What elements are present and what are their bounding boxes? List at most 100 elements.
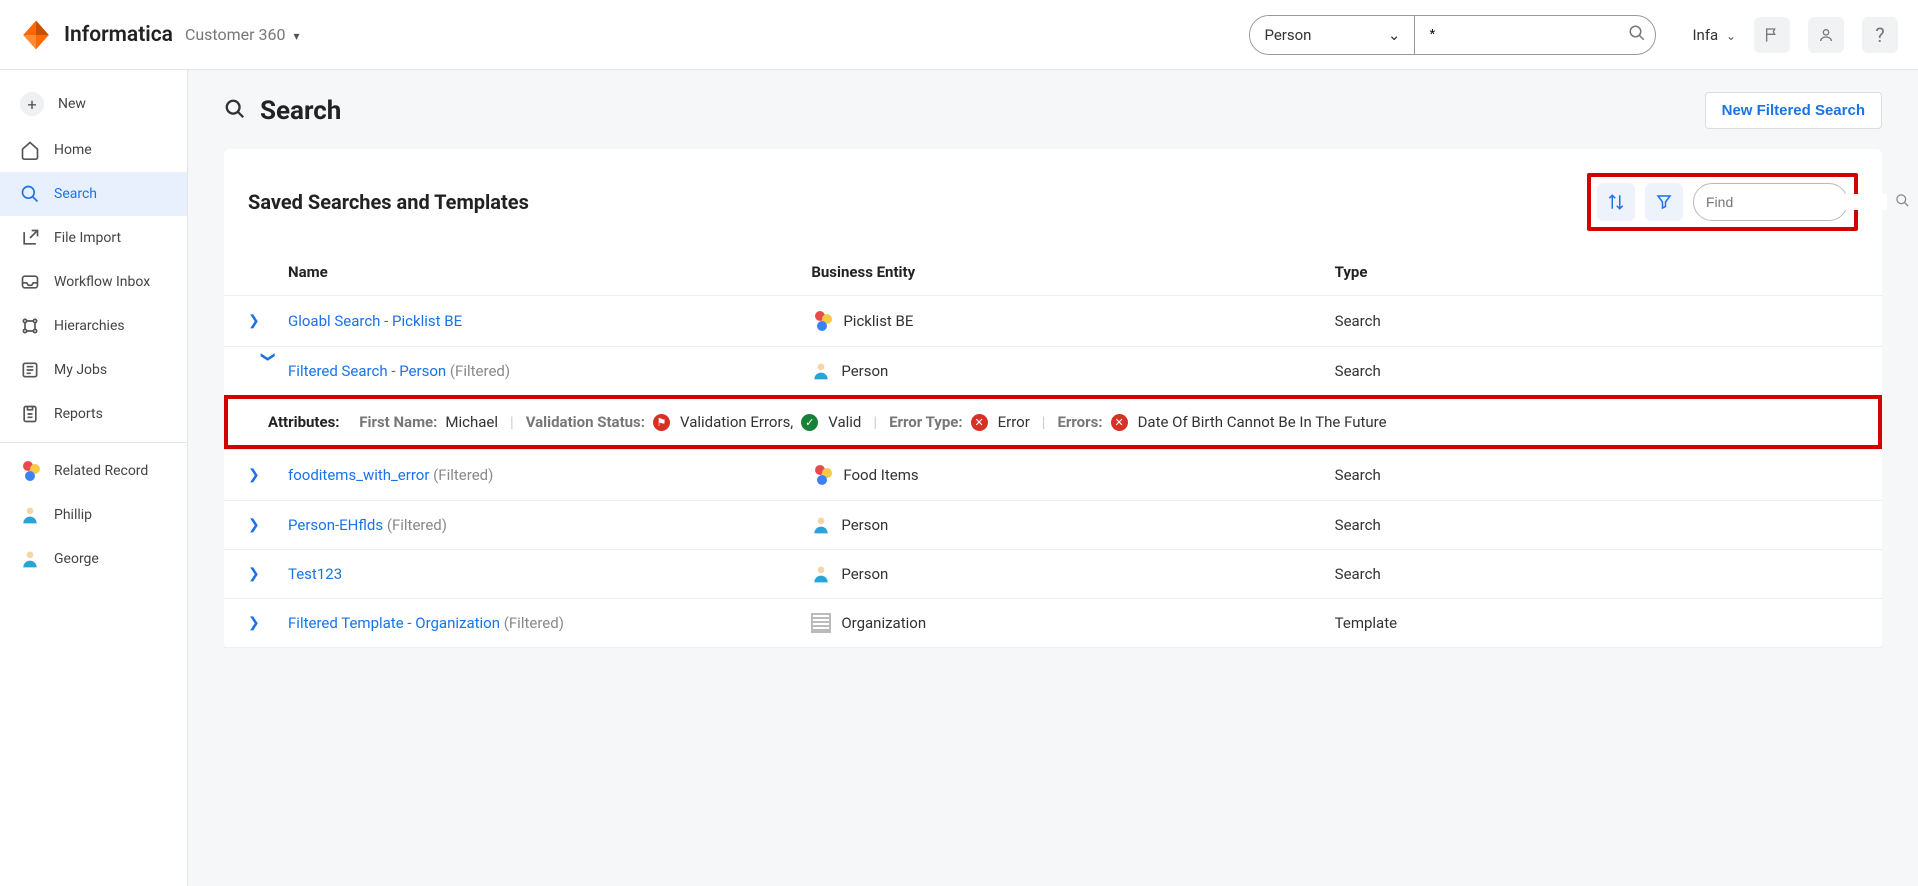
sort-button[interactable] — [1597, 183, 1635, 221]
search-name-link[interactable]: Filtered Template - Organization — [288, 614, 500, 632]
multi-dot-icon — [20, 461, 40, 481]
inbox-icon — [20, 272, 40, 292]
sidebar-recent-george[interactable]: George — [0, 537, 187, 581]
col-type: Type — [1335, 263, 1858, 281]
global-search-input[interactable] — [1429, 26, 1628, 43]
brand-block: Informatica Customer 360 ▾ — [20, 19, 300, 51]
sidebar-item-label: Home — [54, 142, 92, 158]
search-name-link[interactable]: Person-EHflds — [288, 516, 383, 534]
attr-key-first-name: First Name: — [359, 413, 437, 431]
search-icon[interactable] — [1895, 193, 1910, 212]
be-name: Person — [841, 565, 888, 583]
expand-toggle[interactable]: ❯ — [248, 313, 288, 329]
sidebar-item-label: Hierarchies — [54, 318, 125, 334]
table-row: ❯ Gloabl Search - Picklist BE Picklist B… — [224, 295, 1882, 346]
be-name: Person — [841, 362, 888, 380]
person-icon — [20, 505, 40, 525]
attributes-detail-highlight: Attributes: First Name: Michael | Valida… — [224, 395, 1882, 449]
sidebar-item-label: Search — [54, 186, 97, 202]
person-icon — [20, 549, 40, 569]
sidebar-recent-label: George — [54, 551, 99, 567]
search-name-link[interactable]: fooditems_with_error — [288, 466, 429, 484]
type-cell: Search — [1335, 312, 1858, 330]
error-badge-icon: ✕ — [1111, 414, 1128, 431]
filtered-tag: (Filtered) — [450, 362, 510, 380]
error-type-val: Error — [998, 413, 1030, 431]
error-badge-icon: ⚑ — [653, 414, 670, 431]
expand-toggle[interactable]: ❯ — [248, 467, 288, 483]
sidebar-item-file-import[interactable]: File Import — [0, 216, 187, 260]
entity-select[interactable]: Person ⌄ — [1250, 16, 1415, 54]
filtered-tag: (Filtered) — [433, 466, 493, 484]
sidebar-item-label: My Jobs — [54, 362, 107, 378]
search-name-link[interactable]: Filtered Search - Person — [288, 362, 446, 380]
search-icon[interactable] — [1628, 24, 1646, 46]
error-badge-icon: ✕ — [971, 414, 988, 431]
sidebar-item-workflow-inbox[interactable]: Workflow Inbox — [0, 260, 187, 304]
user-menu: Infa ⌄ ? — [1692, 17, 1898, 53]
be-name: Person — [841, 516, 888, 534]
valid-text: Valid — [828, 413, 861, 431]
saved-searches-table: Name Business Entity Type ❯ Gloabl Searc… — [224, 249, 1882, 648]
building-icon — [811, 613, 831, 633]
sidebar-item-hierarchies[interactable]: Hierarchies — [0, 304, 187, 348]
sidebar-new[interactable]: + New — [0, 80, 187, 128]
col-be: Business Entity — [811, 263, 1334, 281]
user-admin-icon[interactable] — [1808, 17, 1844, 53]
reports-icon — [20, 404, 40, 424]
person-icon — [811, 361, 831, 381]
search-name-link[interactable]: Gloabl Search - Picklist BE — [288, 312, 462, 330]
attr-key-errors: Errors: — [1057, 413, 1102, 431]
table-row: ❯ Person-EHflds (Filtered) Person Search — [224, 500, 1882, 549]
expand-toggle[interactable]: ❯ — [248, 615, 288, 631]
be-name: Food Items — [843, 466, 918, 484]
search-icon — [224, 98, 246, 124]
informatica-logo-icon — [20, 19, 52, 51]
global-search: Person ⌄ — [1249, 15, 1656, 55]
filter-button[interactable] — [1645, 183, 1683, 221]
sidebar-item-search[interactable]: Search — [0, 172, 187, 216]
sidebar-item-reports[interactable]: Reports — [0, 392, 187, 436]
home-icon — [20, 140, 40, 160]
attr-val-first-name: Michael — [445, 413, 498, 431]
type-cell: Template — [1335, 614, 1858, 632]
type-cell: Search — [1335, 565, 1858, 583]
import-icon — [20, 228, 40, 248]
valid-badge-icon: ✓ — [801, 414, 818, 431]
be-name: Picklist BE — [843, 312, 913, 330]
app-name[interactable]: Customer 360 ▾ — [185, 25, 300, 44]
sidebar-item-home[interactable]: Home — [0, 128, 187, 172]
divider — [0, 442, 187, 443]
expand-toggle[interactable]: ❯ — [248, 517, 288, 533]
brand-name: Informatica — [64, 23, 173, 47]
type-cell: Search — [1335, 516, 1858, 534]
user-dropdown[interactable]: Infa ⌄ — [1692, 26, 1736, 44]
hierarchy-icon — [20, 316, 40, 336]
validation-errors-text: Validation Errors, — [680, 413, 793, 431]
table-header: Name Business Entity Type — [224, 249, 1882, 295]
chevron-down-icon: ▾ — [293, 29, 299, 43]
person-icon — [811, 515, 831, 535]
expand-toggle[interactable]: ❯ — [260, 351, 276, 391]
panel-tools-highlight — [1587, 173, 1858, 231]
be-name: Organization — [841, 614, 926, 632]
flag-icon[interactable] — [1754, 17, 1790, 53]
expand-toggle[interactable]: ❯ — [248, 566, 288, 582]
chevron-down-icon: ⌄ — [1388, 26, 1401, 44]
sidebar-item-label: File Import — [54, 230, 121, 246]
find-input[interactable] — [1706, 194, 1887, 210]
page-title: Search — [260, 96, 341, 126]
sidebar-item-label: Reports — [54, 406, 103, 422]
sidebar-recent-related-record[interactable]: Related Record — [0, 449, 187, 493]
filtered-tag: (Filtered) — [387, 516, 447, 534]
table-row: ❯ fooditems_with_error (Filtered) Food I… — [224, 449, 1882, 500]
sidebar-recent-label: Related Record — [54, 463, 148, 479]
new-filtered-search-button[interactable]: New Filtered Search — [1705, 92, 1882, 129]
entity-selected: Person — [1264, 26, 1311, 44]
search-name-link[interactable]: Test123 — [288, 565, 342, 583]
sidebar-item-my-jobs[interactable]: My Jobs — [0, 348, 187, 392]
table-row: ❯ Filtered Search - Person (Filtered) Pe… — [224, 346, 1882, 395]
filtered-tag: (Filtered) — [504, 614, 564, 632]
sidebar-recent-phillip[interactable]: Phillip — [0, 493, 187, 537]
help-icon[interactable]: ? — [1862, 17, 1898, 53]
